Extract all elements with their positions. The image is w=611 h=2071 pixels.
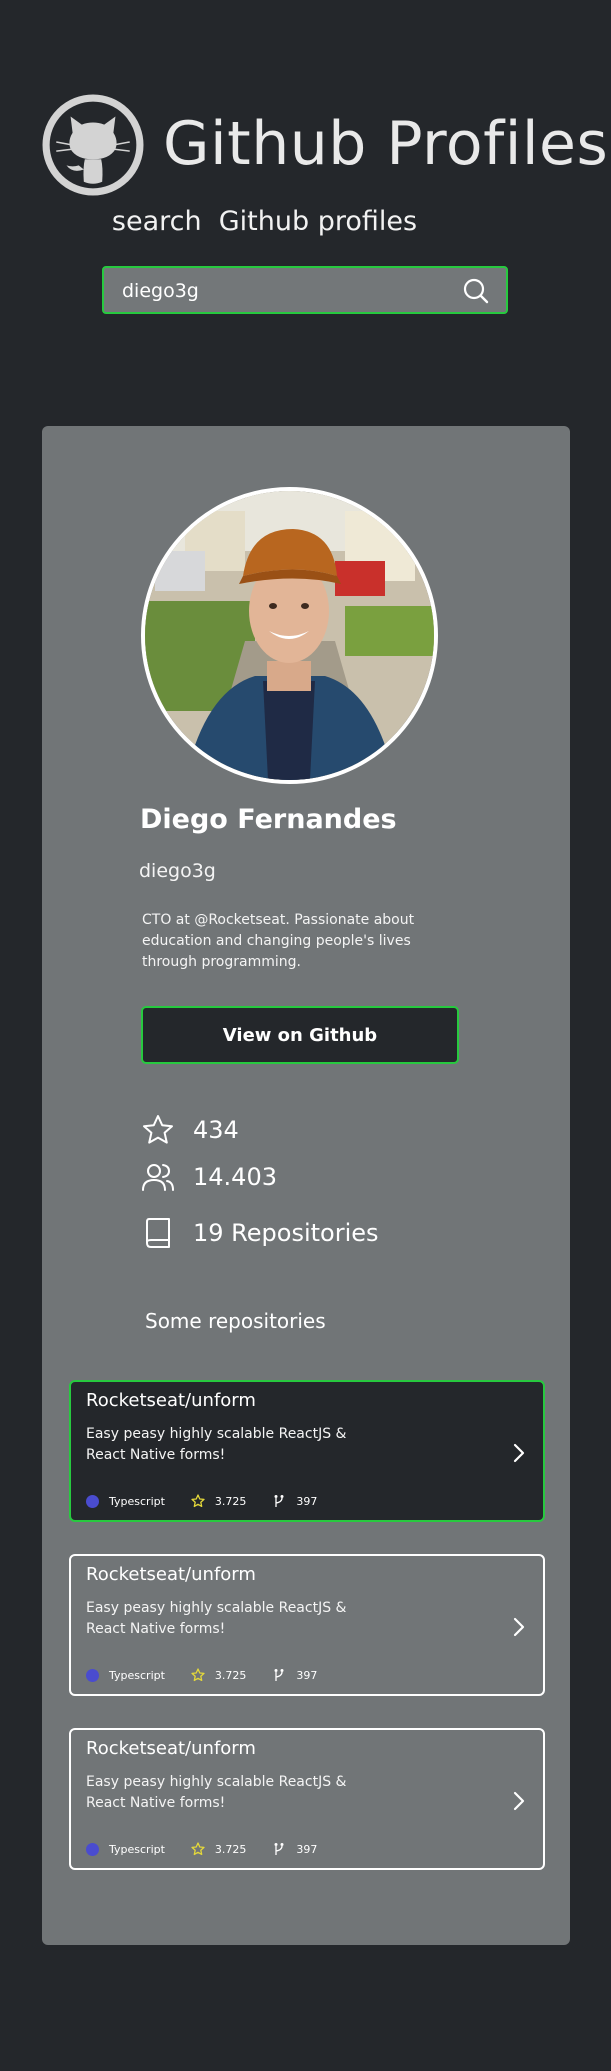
search-icon[interactable]: [462, 277, 490, 305]
followers-icon: [142, 1164, 174, 1191]
chevron-right-icon: [513, 1617, 525, 1637]
repo-name: Rocketseat/unform: [86, 1564, 256, 1585]
star-icon: [143, 1115, 173, 1144]
repo-description: Easy peasy highly scalable ReactJS & Rea…: [86, 1600, 347, 1637]
repo-card[interactable]: Rocketseat/unform Easy peasy highly scal…: [69, 1380, 545, 1522]
repo-language: Typescript: [109, 1494, 165, 1508]
star-icon: [191, 1842, 205, 1856]
search-box: [102, 266, 508, 314]
chevron-right-icon: [513, 1443, 525, 1463]
repo-name: Rocketseat/unform: [86, 1738, 256, 1759]
profile-name: Diego Fernandes: [140, 804, 397, 835]
avatar: [141, 487, 438, 784]
repo-card[interactable]: Rocketseat/unform Easy peasy highly scal…: [69, 1728, 545, 1870]
app-title: Github Profiles: [163, 109, 609, 179]
repo-meta: Typescript 3.725 397: [86, 1840, 317, 1858]
fork-icon: [274, 1843, 284, 1855]
avatar-photo: [145, 491, 434, 780]
stars-count: 434: [193, 1116, 239, 1144]
fork-icon: [274, 1495, 284, 1507]
repo-forks: 397: [296, 1494, 318, 1508]
repo-description: Easy peasy highly scalable ReactJS & Rea…: [86, 1774, 347, 1811]
language-dot-icon: [86, 1668, 99, 1682]
github-logo-icon: [42, 94, 144, 196]
view-on-github-button[interactable]: View on Github: [141, 1006, 459, 1064]
repo-meta: Typescript 3.725 397: [86, 1666, 317, 1684]
header: Github Profiles search Github profiles: [0, 0, 611, 420]
followers-count: 14.403: [193, 1163, 277, 1191]
star-icon: [191, 1494, 205, 1508]
repo-stars: 3.725: [214, 1668, 247, 1682]
followers-stat: 14.403: [141, 1159, 277, 1195]
search-input[interactable]: [120, 268, 444, 314]
language-dot-icon: [86, 1842, 99, 1856]
repo-description: Easy peasy highly scalable ReactJS & Rea…: [86, 1426, 347, 1463]
repo-stars: 3.725: [214, 1842, 247, 1856]
book-icon: [146, 1218, 170, 1248]
repositories-count: 19 Repositories: [193, 1219, 379, 1247]
repo-language: Typescript: [109, 1842, 165, 1856]
chevron-right-icon: [513, 1791, 525, 1811]
repo-meta: Typescript 3.725 397: [86, 1492, 317, 1510]
repo-card[interactable]: Rocketseat/unform Easy peasy highly scal…: [69, 1554, 545, 1696]
repositories-stat: 19 Repositories: [141, 1215, 379, 1251]
stars-stat: 434: [141, 1112, 239, 1148]
repo-forks: 397: [296, 1668, 318, 1682]
repo-name: Rocketseat/unform: [86, 1390, 256, 1411]
star-icon: [191, 1668, 205, 1682]
repo-stars: 3.725: [214, 1494, 247, 1508]
repo-forks: 397: [296, 1842, 318, 1856]
profile-card: Diego Fernandes diego3g CTO at @Rocketse…: [42, 426, 570, 1945]
profile-login: diego3g: [139, 860, 216, 882]
app-subtitle: search Github profiles: [111, 206, 418, 237]
fork-icon: [274, 1669, 284, 1681]
repositories-section-title: Some repositories: [145, 1309, 326, 1333]
language-dot-icon: [86, 1494, 99, 1508]
repo-language: Typescript: [109, 1668, 165, 1682]
profile-bio: CTO at @Rocketseat. Passionate about edu…: [142, 912, 415, 970]
